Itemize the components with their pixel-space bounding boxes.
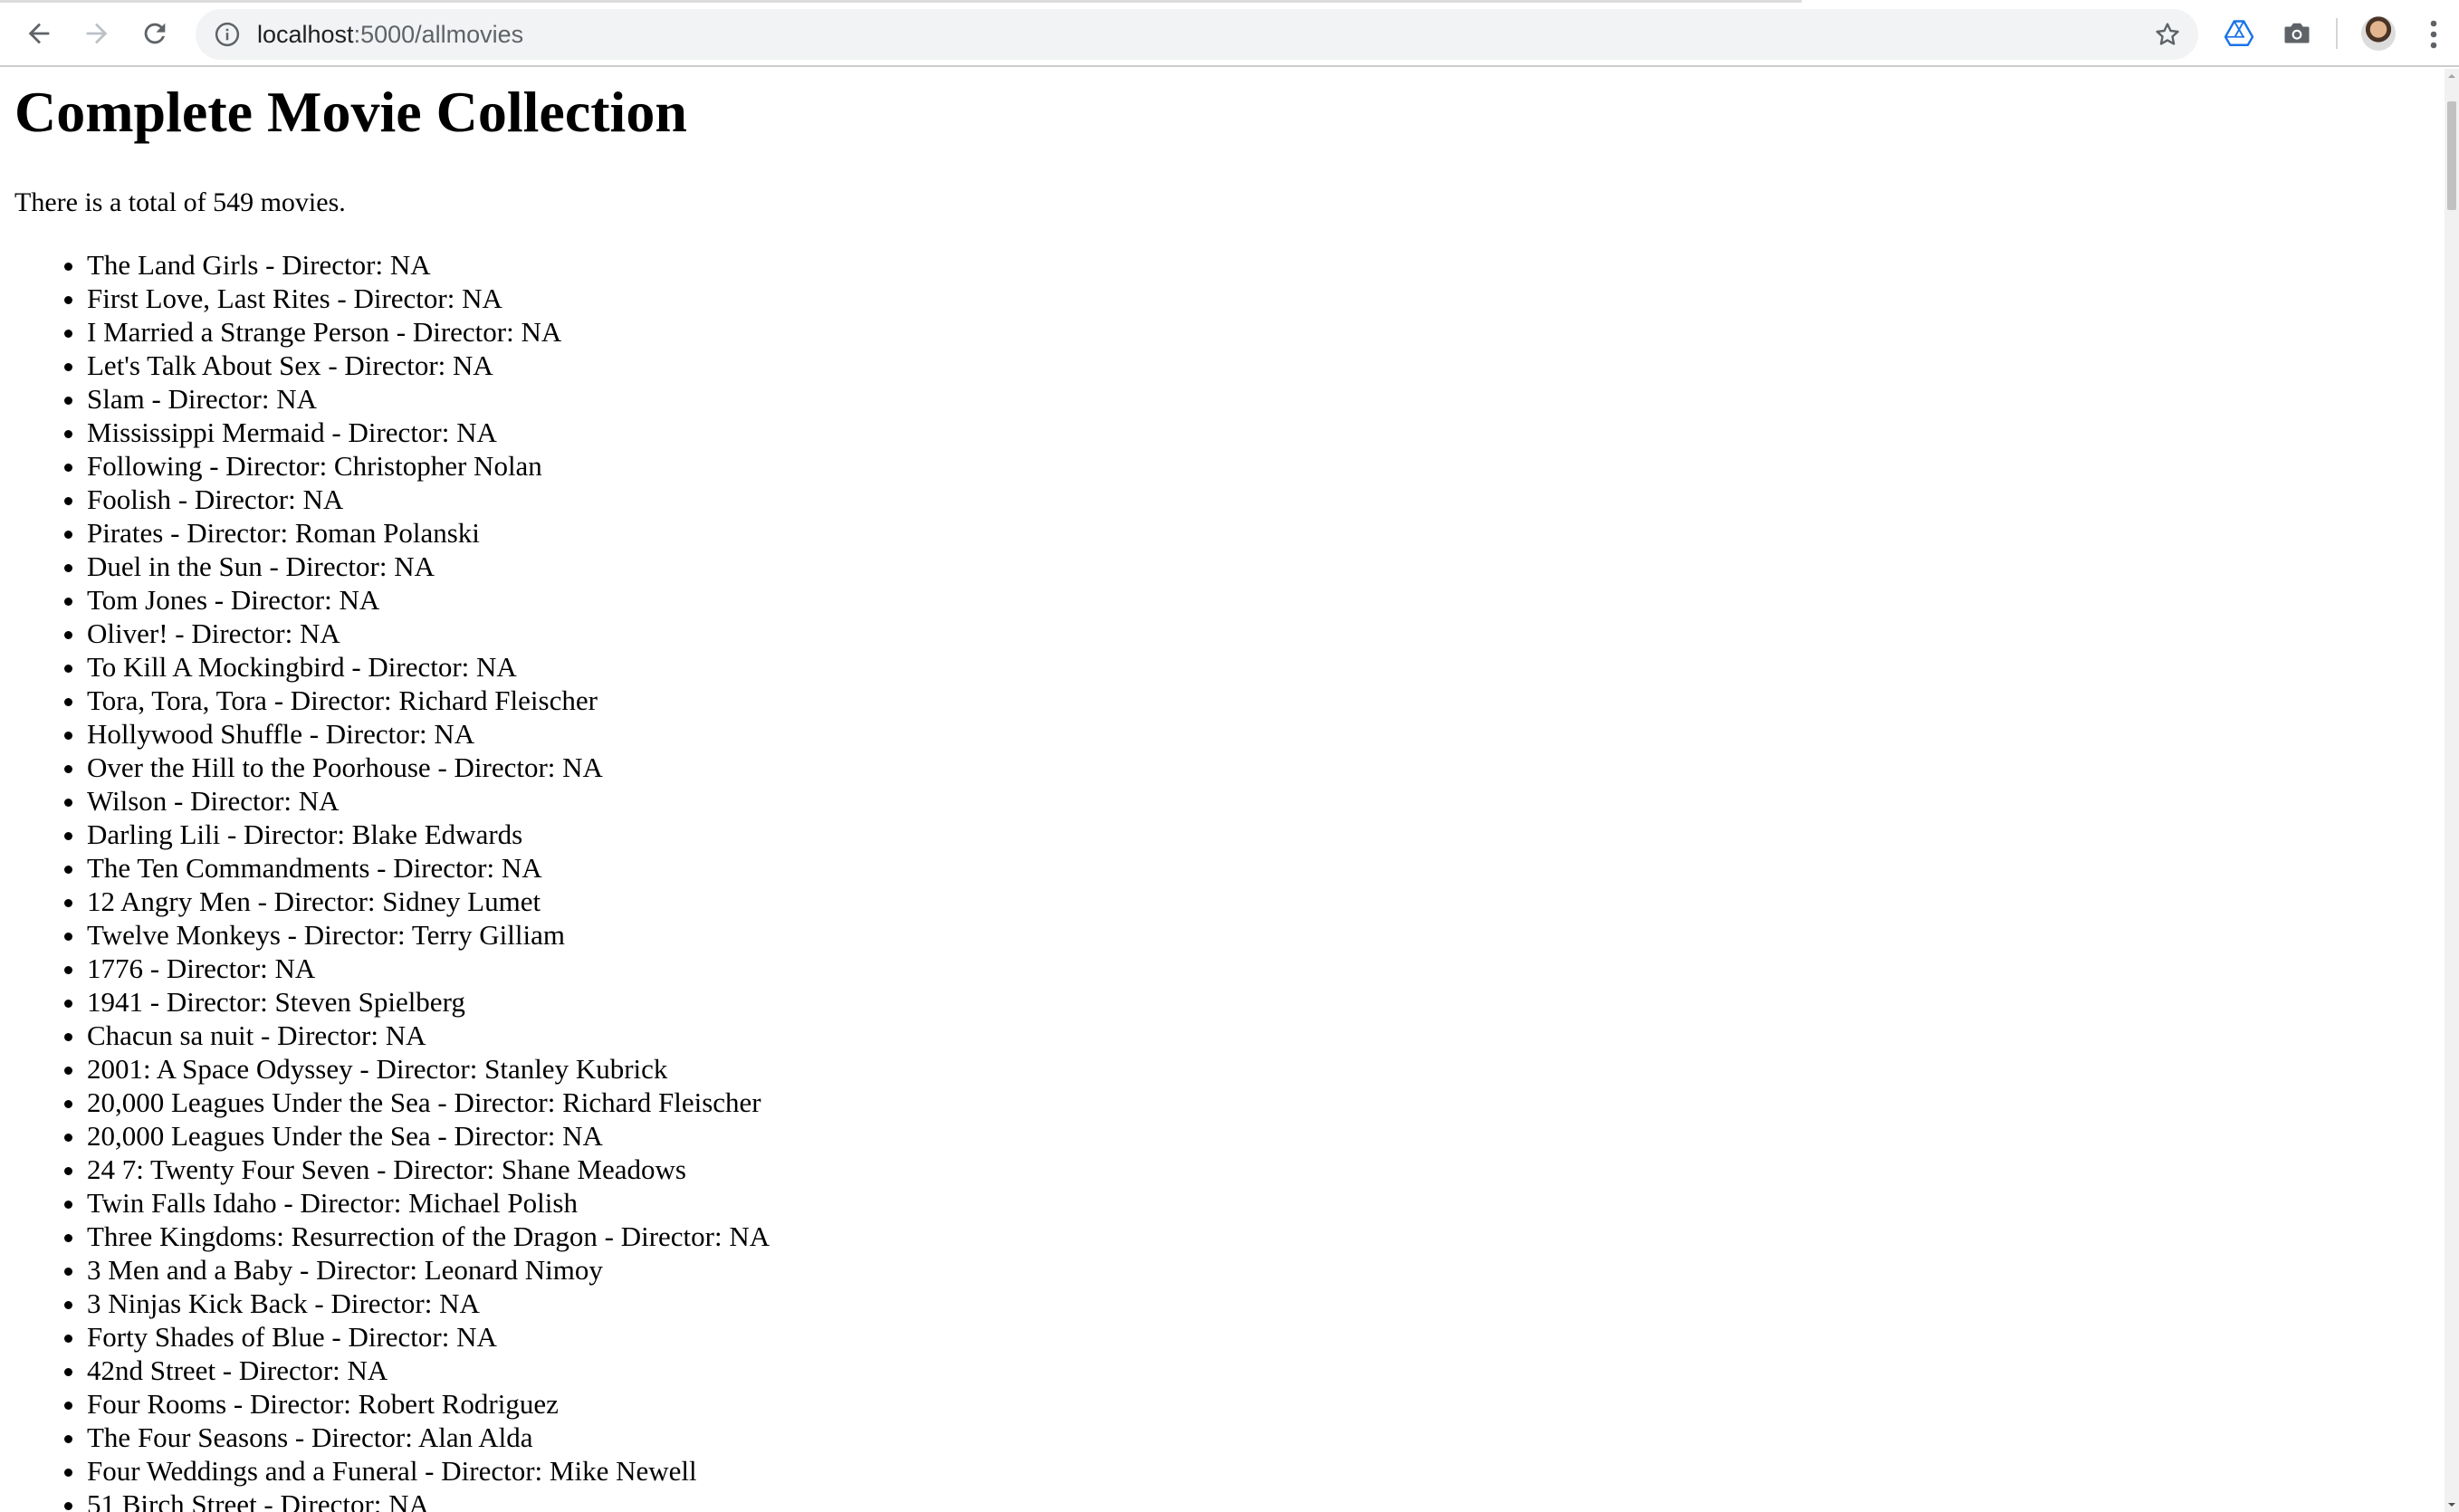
movie-list-item: The Four Seasons - Director: Alan Alda bbox=[87, 1421, 770, 1454]
movie-list-item: 1941 - Director: Steven Spielberg bbox=[87, 985, 770, 1019]
page-title: Complete Movie Collection bbox=[14, 80, 687, 144]
page-load-bar bbox=[0, 0, 1802, 3]
movie-list-item: Four Rooms - Director: Robert Rodriguez bbox=[87, 1387, 770, 1421]
browser-toolbar: localhost:5000/allmovies bbox=[0, 0, 2459, 67]
url-path: :5000/allmovies bbox=[353, 21, 524, 48]
movie-list-item: Chacun sa nuit - Director: NA bbox=[87, 1019, 770, 1052]
movie-list-item: I Married a Strange Person - Director: N… bbox=[87, 315, 770, 349]
scroll-down-arrow-icon[interactable] bbox=[2446, 1499, 2457, 1510]
info-icon[interactable] bbox=[214, 21, 241, 48]
vertical-scrollbar[interactable] bbox=[2445, 69, 2459, 1512]
movie-list-item: 1776 - Director: NA bbox=[87, 952, 770, 985]
movie-list-item: Twin Falls Idaho - Director: Michael Pol… bbox=[87, 1186, 770, 1220]
movie-list-item: Three Kingdoms: Resurrection of the Drag… bbox=[87, 1220, 770, 1253]
arrow-right-icon bbox=[86, 23, 108, 44]
star-icon[interactable] bbox=[2153, 20, 2182, 49]
movie-list-item: Wilson - Director: NA bbox=[87, 784, 770, 818]
movie-list-item: Following - Director: Christopher Nolan bbox=[87, 449, 770, 483]
movie-list-item: Over the Hill to the Poorhouse - Directo… bbox=[87, 751, 770, 784]
movie-list-item: First Love, Last Rites - Director: NA bbox=[87, 282, 770, 315]
movie-list-item: Slam - Director: NA bbox=[87, 382, 770, 416]
movie-list-item: 12 Angry Men - Director: Sidney Lumet bbox=[87, 885, 770, 918]
drive-icon bbox=[2224, 20, 2254, 46]
movie-list-item: Four Weddings and a Funeral - Director: … bbox=[87, 1454, 770, 1488]
movie-list-item: Let's Talk About Sex - Director: NA bbox=[87, 349, 770, 382]
toolbar-divider bbox=[2336, 18, 2338, 49]
movie-list-item: 51 Birch Street - Director: NA bbox=[87, 1488, 770, 1512]
movie-list-item: Mississippi Mermaid - Director: NA bbox=[87, 416, 770, 449]
kebab-menu-icon[interactable] bbox=[2426, 18, 2441, 51]
drive-extension-button[interactable] bbox=[2220, 14, 2258, 53]
back-button[interactable] bbox=[18, 13, 60, 54]
avatar[interactable] bbox=[2361, 16, 2396, 51]
movie-list-item: Hollywood Shuffle - Director: NA bbox=[87, 717, 770, 751]
movie-list-item: 24 7: Twenty Four Seven - Director: Shan… bbox=[87, 1153, 770, 1186]
arrow-left-icon bbox=[28, 23, 50, 44]
url-text[interactable]: localhost:5000/allmovies bbox=[257, 9, 523, 60]
movie-list-item: Tom Jones - Director: NA bbox=[87, 583, 770, 617]
reload-icon bbox=[144, 23, 166, 44]
movie-list-item: The Ten Commandments - Director: NA bbox=[87, 851, 770, 885]
camera-icon bbox=[2284, 23, 2310, 43]
movie-list-item: 2001: A Space Odyssey - Director: Stanle… bbox=[87, 1052, 770, 1086]
screenshot-button[interactable] bbox=[2278, 14, 2316, 53]
movie-list-item: Foolish - Director: NA bbox=[87, 483, 770, 516]
forward-button[interactable] bbox=[76, 13, 118, 54]
movie-list-item: Tora, Tora, Tora - Director: Richard Fle… bbox=[87, 684, 770, 717]
scrollbar-thumb[interactable] bbox=[2447, 101, 2456, 210]
movie-list-item: Duel in the Sun - Director: NA bbox=[87, 550, 770, 583]
movie-list-item: 20,000 Leagues Under the Sea - Director:… bbox=[87, 1086, 770, 1119]
movie-list-item: 20,000 Leagues Under the Sea - Director:… bbox=[87, 1119, 770, 1153]
movie-list-item: Forty Shades of Blue - Director: NA bbox=[87, 1320, 770, 1354]
reload-button[interactable] bbox=[134, 13, 176, 54]
page-viewport: Complete Movie Collection There is a tot… bbox=[0, 69, 2445, 1512]
movie-list-item: 3 Ninjas Kick Back - Director: NA bbox=[87, 1287, 770, 1320]
url-host: localhost bbox=[257, 21, 354, 48]
movie-list-item: Darling Lili - Director: Blake Edwards bbox=[87, 818, 770, 851]
movie-list-item: The Land Girls - Director: NA bbox=[87, 248, 770, 282]
movie-total-text: There is a total of 549 movies. bbox=[14, 187, 346, 217]
movie-list-item: Twelve Monkeys - Director: Terry Gilliam bbox=[87, 918, 770, 952]
movie-list-item: Pirates - Director: Roman Polanski bbox=[87, 516, 770, 550]
address-bar[interactable]: localhost:5000/allmovies bbox=[196, 9, 2198, 60]
movie-list: The Land Girls - Director: NAFirst Love,… bbox=[0, 248, 770, 1512]
movie-list-item: Oliver! - Director: NA bbox=[87, 617, 770, 650]
movie-list-item: 42nd Street - Director: NA bbox=[87, 1354, 770, 1387]
scroll-up-arrow-icon[interactable] bbox=[2446, 71, 2457, 81]
movie-list-item: 3 Men and a Baby - Director: Leonard Nim… bbox=[87, 1253, 770, 1287]
movie-list-item: To Kill A Mockingbird - Director: NA bbox=[87, 650, 770, 684]
